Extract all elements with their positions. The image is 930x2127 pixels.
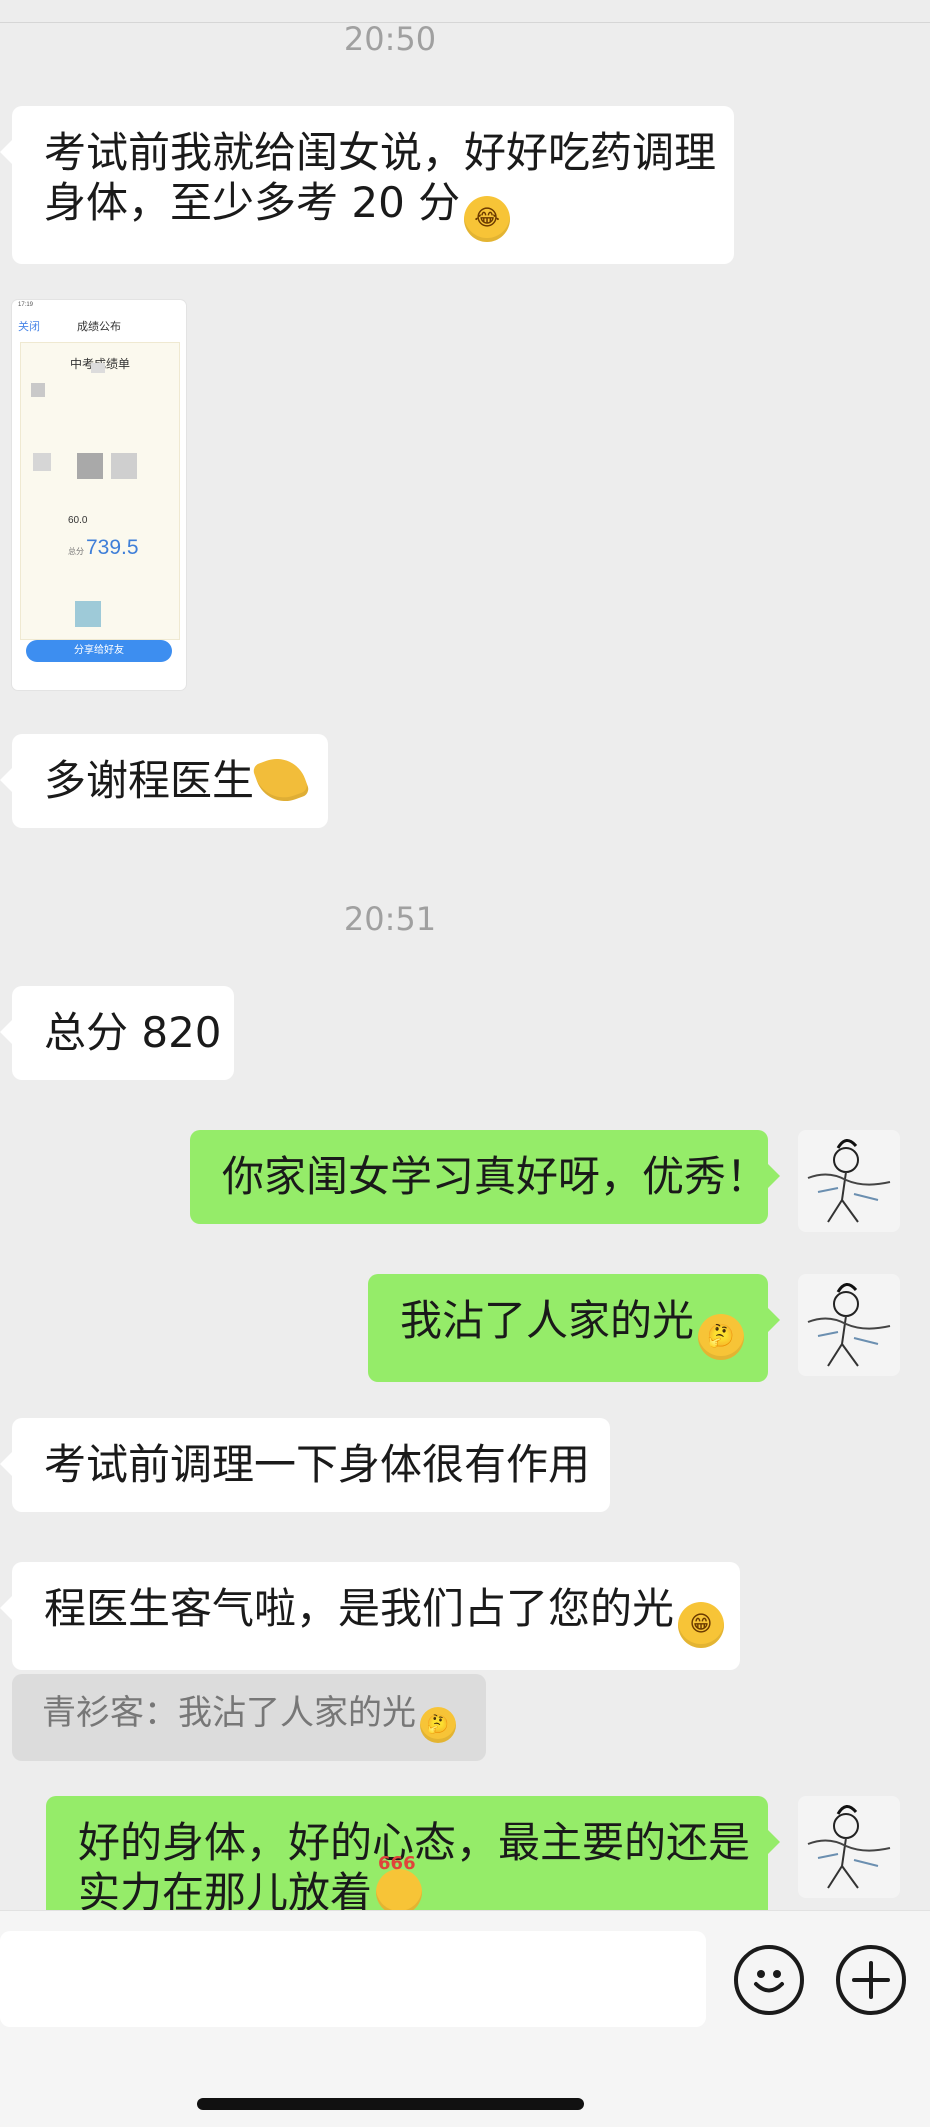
message-text: 身体，至少多考 20 分 xyxy=(44,178,461,227)
home-indicator xyxy=(197,2098,584,2110)
quoted-reply[interactable]: 青衫客：我沾了人家的光 🤔 xyxy=(12,1674,486,1761)
message-bubble-incoming[interactable]: 程医生客气啦，是我们占了您的光 😁 xyxy=(0,1562,740,1670)
ink-sketch-figure-icon xyxy=(807,1805,891,1889)
message-bubble-outgoing[interactable]: 好的身体，好的心态，最主要的还是 实力在那儿放着 666 xyxy=(46,1796,780,1910)
message-text: 多谢程医生 xyxy=(44,756,255,805)
pixelated-block xyxy=(75,601,101,627)
message-text: 你家闺女学习真好呀，优秀！ xyxy=(222,1152,769,1201)
thanks-hands-emoji-icon xyxy=(251,750,311,810)
screenshot-status-bar: 17:19 xyxy=(18,302,34,308)
screenshot-title: 成绩公布 xyxy=(77,321,121,333)
message-text: 程医生客气啦，是我们占了您的光 xyxy=(44,1584,675,1633)
input-bar xyxy=(0,1910,930,2127)
screenshot-navbar: 关闭 成绩公布 xyxy=(12,316,186,336)
total-score-value: 739.5 xyxy=(86,536,139,559)
pixelated-block xyxy=(77,453,103,479)
message-text: 考试前我就给闺女说，好好吃药调理 xyxy=(44,128,717,177)
thinking-face-emoji-icon: 🤔 xyxy=(698,1314,745,1360)
666-emoji-icon: 666 xyxy=(376,1853,423,1910)
message-bubble-incoming[interactable]: 考试前调理一下身体很有作用 xyxy=(0,1418,610,1512)
timestamp: 20:51 xyxy=(343,900,437,938)
message-text: 考试前调理一下身体很有作用 xyxy=(44,1440,591,1489)
score-item-value: 60.0 xyxy=(68,515,88,526)
message-text: 我沾了人家的光 xyxy=(400,1296,695,1345)
total-score-label: 总分 xyxy=(68,547,84,556)
chat-area[interactable]: 20:50 考试前我就给闺女说，好好吃药调理 身体，至少多考 20 分 😂 17:… xyxy=(0,0,930,1910)
ink-sketch-figure-icon xyxy=(807,1139,891,1223)
pixelated-block xyxy=(91,363,105,373)
avatar[interactable] xyxy=(798,1274,900,1376)
avatar[interactable] xyxy=(798,1796,900,1898)
plus-button[interactable] xyxy=(836,1945,906,2015)
message-bubble-outgoing[interactable]: 我沾了人家的光 🤔 xyxy=(368,1274,780,1382)
thinking-face-emoji-icon: 🤔 xyxy=(420,1707,456,1743)
message-bubble-incoming[interactable]: 总分 820 xyxy=(0,986,234,1080)
plus-circle-icon xyxy=(852,1961,890,1999)
emoji-button[interactable] xyxy=(734,1945,804,2015)
grinning-face-emoji-icon: 😁 xyxy=(678,1602,725,1648)
pixelated-block xyxy=(111,453,137,479)
pixelated-block xyxy=(33,453,51,471)
score-card: 中考成绩单 xyxy=(20,342,180,640)
message-text: 实力在那儿放着 xyxy=(78,1868,373,1910)
laughing-crying-emoji-icon: 😂 xyxy=(464,196,511,242)
message-bubble-incoming[interactable]: 多谢程医生 xyxy=(0,734,328,828)
666-badge: 666 xyxy=(378,1853,416,1874)
image-message-score-screenshot[interactable]: 17:19 关闭 成绩公布 中考成绩单 60.0 总分 739.5 分享给好友 xyxy=(12,300,186,690)
pixelated-block xyxy=(31,383,45,397)
message-bubble-outgoing[interactable]: 你家闺女学习真好呀，优秀！ xyxy=(190,1130,780,1224)
message-text: 总分 820 xyxy=(44,1008,222,1057)
ink-sketch-figure-icon xyxy=(807,1283,891,1367)
message-input[interactable] xyxy=(0,1931,706,2027)
avatar[interactable] xyxy=(798,1130,900,1232)
quoted-text: 青衫客：我沾了人家的光 xyxy=(42,1693,416,1733)
share-to-friends-button: 分享给好友 xyxy=(26,640,172,662)
message-bubble-incoming[interactable]: 考试前我就给闺女说，好好吃药调理 身体，至少多考 20 分 😂 xyxy=(0,106,734,264)
timestamp: 20:50 xyxy=(343,20,437,58)
smiley-face-icon xyxy=(754,1970,784,1993)
